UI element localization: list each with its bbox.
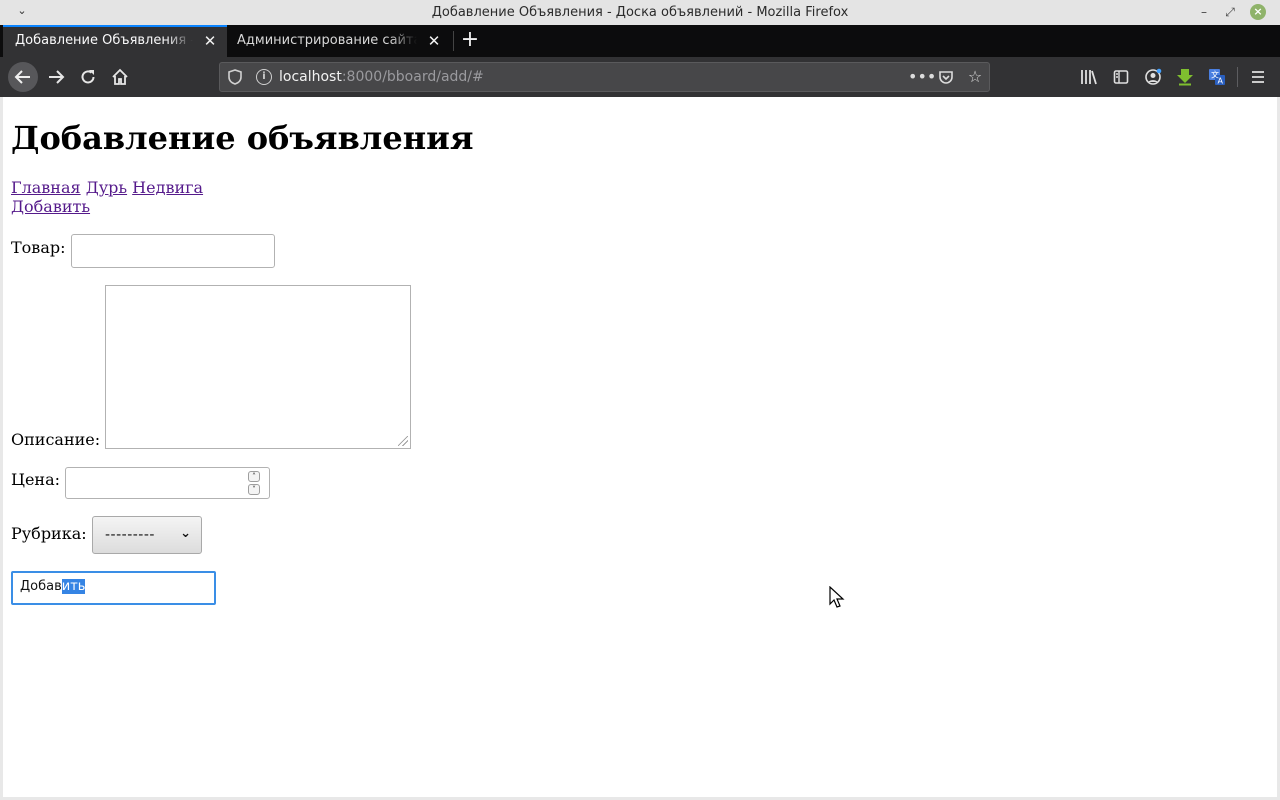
site-nav: Главная Дурь Недвига Добавить	[11, 178, 203, 216]
nav-link-rubric-1[interactable]: Дурь	[86, 178, 127, 197]
spin-down-icon[interactable]: ˅	[248, 484, 260, 495]
submit-label-plain: Добав	[20, 579, 62, 594]
tab-separator	[453, 31, 454, 51]
tab-strip: Добавление Объявления – Доска объявлений…	[0, 25, 1280, 57]
form-row-price: Цена: ˄ ˅	[11, 467, 281, 499]
tracking-shield-icon[interactable]	[228, 69, 242, 85]
tab-label: Добавление Объявления – Доска объявлений	[15, 33, 193, 48]
svg-text:A: A	[1218, 77, 1224, 86]
price-spinner[interactable]: ˄ ˅	[248, 471, 261, 495]
form-row-content: Описание:	[11, 285, 431, 450]
title-input[interactable]	[71, 234, 275, 268]
library-icon[interactable]	[1078, 66, 1100, 88]
tab-admin[interactable]: Администрирование сайта | Django ✕	[227, 25, 453, 57]
nav-link-home[interactable]: Главная	[11, 178, 81, 197]
window-titlebar: ⌄ Добавление Объявления - Доска объявлен…	[0, 0, 1280, 26]
url-host: localhost	[279, 69, 342, 85]
close-tab-icon[interactable]: ✕	[202, 33, 218, 49]
spin-up-icon[interactable]: ˄	[248, 471, 260, 482]
reload-icon[interactable]	[74, 63, 102, 91]
content-textarea[interactable]	[105, 285, 411, 449]
submit-button[interactable]: Добавить	[11, 571, 216, 605]
submit-button-label: Добавить	[20, 579, 86, 594]
close-tab-icon[interactable]: ✕	[426, 33, 442, 49]
mouse-cursor-icon	[829, 586, 845, 608]
forward-arrow-icon[interactable]	[42, 63, 70, 91]
title-label: Товар:	[11, 238, 66, 257]
url-path: :8000/bboard/add/#	[341, 69, 484, 85]
nav-link-rubric-2[interactable]: Недвига	[132, 178, 203, 197]
site-info-icon[interactable]: i	[256, 69, 272, 85]
home-icon[interactable]	[106, 63, 134, 91]
price-input[interactable]: ˄ ˅	[65, 467, 270, 499]
tab-label: Администрирование сайта | Django	[237, 33, 417, 48]
form-row-title: Товар:	[11, 234, 311, 268]
page-heading: Добавление объявления	[11, 119, 474, 157]
window-title: Добавление Объявления - Доска объявлений…	[431, 5, 849, 20]
rubric-select[interactable]: --------- ⌄	[92, 516, 202, 554]
page-actions-icon[interactable]: •••	[908, 67, 936, 87]
pocket-icon[interactable]	[936, 67, 956, 87]
minimize-icon[interactable]: –	[1196, 4, 1212, 20]
rubric-select-value: ---------	[105, 527, 155, 543]
rubric-label: Рубрика:	[11, 524, 87, 543]
url-text[interactable]: localhost:8000/bboard/add/#	[279, 69, 484, 85]
account-icon[interactable]	[1142, 66, 1164, 88]
tab-add-ad[interactable]: Добавление Объявления – Доска объявлений…	[3, 25, 227, 57]
download-extension-icon[interactable]	[1174, 66, 1196, 88]
chevron-down-icon: ⌄	[180, 526, 191, 541]
url-bar[interactable]: i localhost:8000/bboard/add/# ••• ☆	[219, 62, 990, 92]
bookmark-star-icon[interactable]: ☆	[965, 67, 985, 87]
new-tab-plus-icon[interactable]: +	[459, 29, 481, 51]
restore-icon[interactable]: ⤢	[1222, 4, 1238, 20]
sidebar-icon[interactable]	[1110, 66, 1132, 88]
nav-link-add[interactable]: Добавить	[11, 197, 90, 216]
price-label: Цена:	[11, 470, 61, 489]
close-window-icon[interactable]: ×	[1250, 4, 1266, 20]
form-row-rubric: Рубрика: --------- ⌄	[11, 516, 211, 554]
hamburger-menu-icon[interactable]	[1247, 66, 1269, 88]
page-content: Добавление объявления Главная Дурь Недви…	[3, 97, 1277, 797]
nav-toolbar: i localhost:8000/bboard/add/# ••• ☆ 文A	[0, 57, 1280, 97]
back-arrow-icon[interactable]	[8, 62, 38, 92]
submit-label-selected: ить	[61, 579, 86, 594]
content-label: Описание:	[11, 430, 101, 449]
resize-grip-icon[interactable]	[398, 436, 408, 446]
toolbar-separator	[1237, 67, 1238, 87]
translate-extension-icon[interactable]: 文A	[1206, 66, 1228, 88]
